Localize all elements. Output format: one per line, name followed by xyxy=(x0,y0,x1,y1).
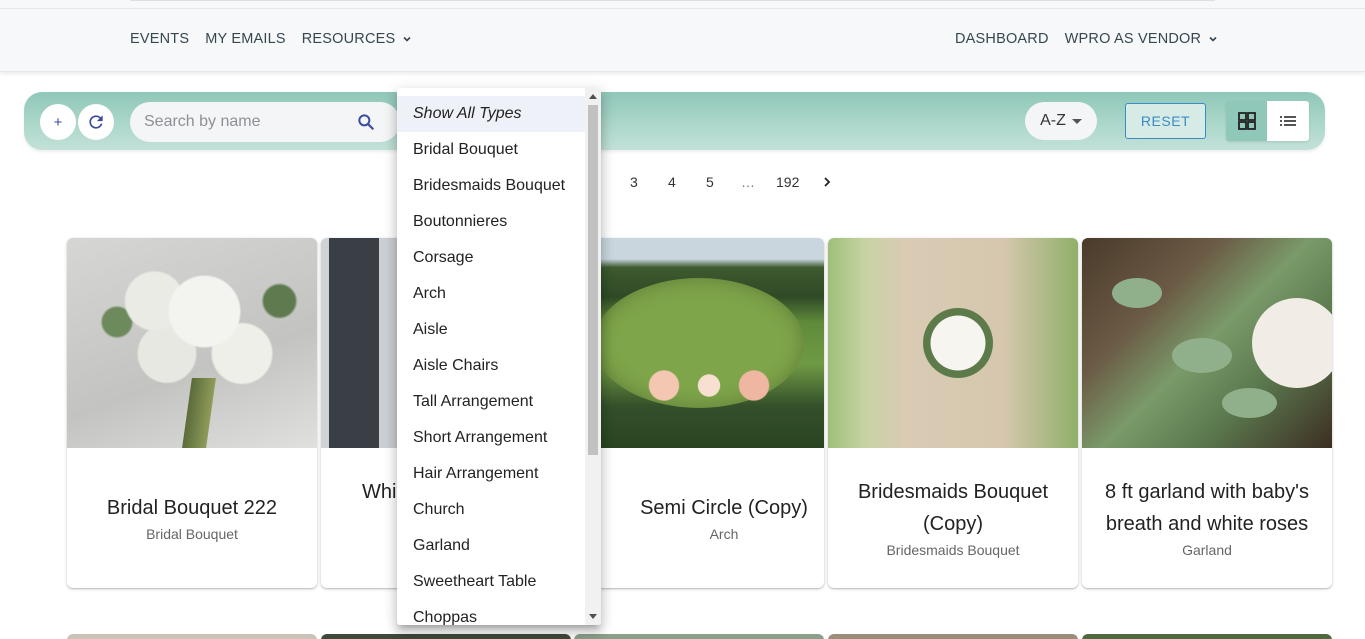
page-192[interactable]: 192 xyxy=(776,174,799,190)
type-option[interactable]: Hair Arrangement xyxy=(397,456,585,492)
type-option[interactable]: Sweetheart Table xyxy=(397,564,585,600)
card-subtitle: Arch xyxy=(709,526,739,542)
nav-events-label: EVENTS xyxy=(130,31,190,47)
top-divider xyxy=(130,0,1215,1)
grid-view-button[interactable] xyxy=(1226,101,1267,141)
search-box xyxy=(130,102,400,142)
view-toggle xyxy=(1226,101,1309,141)
type-option[interactable]: Arch xyxy=(397,276,585,312)
nav-resources[interactable]: RESOURCES xyxy=(302,31,413,47)
filter-toolbar: + A-Z RESET xyxy=(24,92,1325,150)
card-image xyxy=(574,238,824,448)
card-body: Bridesmaids Bouquet (Copy) Bridesmaids B… xyxy=(828,448,1078,588)
nav-my-emails[interactable]: MY EMAILS xyxy=(205,31,286,47)
refresh-button[interactable] xyxy=(78,104,114,140)
search-icon[interactable] xyxy=(356,112,376,132)
caret-down-icon xyxy=(1071,118,1082,124)
scrollbar-thumb[interactable] xyxy=(588,105,598,455)
next-row-card xyxy=(1082,634,1332,639)
chevron-down-icon xyxy=(403,36,411,42)
card-title: Bridal Bouquet 222 xyxy=(106,497,278,519)
type-option[interactable]: Church xyxy=(397,492,585,528)
type-option[interactable]: Short Arrangement xyxy=(397,420,585,456)
resource-card[interactable]: Bridal Bouquet 222 Bridal Bouquet xyxy=(67,238,317,588)
card-image xyxy=(1082,238,1332,448)
leaf-shape xyxy=(1112,278,1162,308)
next-row-card xyxy=(828,634,1078,639)
type-option[interactable]: Boutonnieres xyxy=(397,204,585,240)
card-image xyxy=(828,238,1078,448)
pagination: 3 4 5 … 192 xyxy=(0,174,1365,194)
nav-vendor-menu[interactable]: WPRO AS VENDOR xyxy=(1065,31,1219,47)
nav-my-emails-label: MY EMAILS xyxy=(205,31,286,47)
card-subtitle: Bridesmaids Bouquet xyxy=(886,542,1020,558)
page-4[interactable]: 4 xyxy=(668,174,676,190)
leaf-shape xyxy=(1222,388,1277,418)
type-option[interactable]: Corsage xyxy=(397,240,585,276)
card-body: 8 ft garland with baby's breath and whit… xyxy=(1082,448,1332,588)
add-label: + xyxy=(53,113,63,131)
page-3[interactable]: 3 xyxy=(630,174,638,190)
card-title: Whi xyxy=(362,481,397,503)
bouquet-stem xyxy=(182,378,216,448)
list-view-button[interactable] xyxy=(1267,101,1309,141)
chevron-right-icon[interactable] xyxy=(821,176,833,188)
type-option-list: Show All Types Bridal Bouquet Bridesmaids … xyxy=(397,88,601,625)
card-body: Bridal Bouquet 222 Bridal Bouquet xyxy=(67,448,317,588)
sort-select[interactable]: A-Z xyxy=(1025,102,1097,140)
sort-value: A-Z xyxy=(1040,112,1066,129)
next-row-card xyxy=(67,634,317,639)
top-navigation: EVENTS MY EMAILS RESOURCES DASHBOARD WPR… xyxy=(0,0,1365,72)
scroll-down-arrow-icon[interactable] xyxy=(589,614,597,619)
nav-resources-label: RESOURCES xyxy=(301,31,396,47)
chevron-down-icon xyxy=(1209,36,1217,42)
reset-button[interactable]: RESET xyxy=(1125,103,1206,139)
nav-dashboard-label: DASHBOARD xyxy=(955,31,1049,47)
card-subtitle: Garland xyxy=(1182,542,1232,558)
add-button[interactable]: + xyxy=(40,104,76,140)
type-option[interactable]: Aisle Chairs xyxy=(397,348,585,384)
search-input[interactable] xyxy=(130,113,340,131)
type-option[interactable]: Show All Types xyxy=(397,96,585,132)
type-option[interactable]: Tall Arrangement xyxy=(397,384,585,420)
resource-card[interactable]: 8 ft garland with baby's breath and whit… xyxy=(1082,238,1332,588)
page-5[interactable]: 5 xyxy=(706,174,714,190)
card-title: 8 ft garland with baby's breath and whit… xyxy=(1105,481,1309,535)
type-option[interactable]: Choppas xyxy=(397,600,585,625)
nav-left: EVENTS MY EMAILS RESOURCES xyxy=(130,31,428,47)
page-ellipsis: … xyxy=(741,174,755,190)
list-icon xyxy=(1280,116,1296,126)
card-body: Semi Circle (Copy) Arch xyxy=(574,448,824,588)
refresh-icon xyxy=(89,115,103,129)
suit-shape xyxy=(329,238,379,448)
flowers-shape xyxy=(634,368,784,403)
card-image xyxy=(67,238,317,448)
bouquet-shape xyxy=(923,308,993,378)
next-row-card xyxy=(574,634,824,639)
top-divider-secondary xyxy=(0,8,1365,9)
card-title: Semi Circle (Copy) xyxy=(640,497,808,519)
type-option[interactable]: Aisle xyxy=(397,312,585,348)
type-option[interactable]: Garland xyxy=(397,528,585,564)
type-option[interactable]: Bridal Bouquet xyxy=(397,132,585,168)
next-row-card xyxy=(321,634,571,639)
type-filter-dropdown: Show All Types Bridal Bouquet Bridesmaids … xyxy=(397,88,601,625)
reset-label: RESET xyxy=(1140,113,1191,129)
plate-shape xyxy=(1252,298,1332,388)
nav-events[interactable]: EVENTS xyxy=(130,31,189,47)
resource-card[interactable]: Semi Circle (Copy) Arch xyxy=(574,238,824,588)
resource-card[interactable]: Bridesmaids Bouquet (Copy) Bridesmaids B… xyxy=(828,238,1078,588)
nav-dashboard[interactable]: DASHBOARD xyxy=(955,31,1049,47)
grid-icon xyxy=(1237,112,1256,130)
nav-vendor-label: WPRO AS VENDOR xyxy=(1064,31,1202,47)
dropdown-scrollbar[interactable] xyxy=(585,88,601,625)
nav-right: DASHBOARD WPRO AS VENDOR xyxy=(955,31,1234,47)
leaf-shape xyxy=(1172,338,1232,373)
card-subtitle: Bridal Bouquet xyxy=(146,526,238,542)
scroll-up-arrow-icon[interactable] xyxy=(589,94,597,99)
card-title: Bridesmaids Bouquet (Copy) xyxy=(857,481,1049,535)
type-option[interactable]: Bridesmaids Bouquet xyxy=(397,168,585,204)
